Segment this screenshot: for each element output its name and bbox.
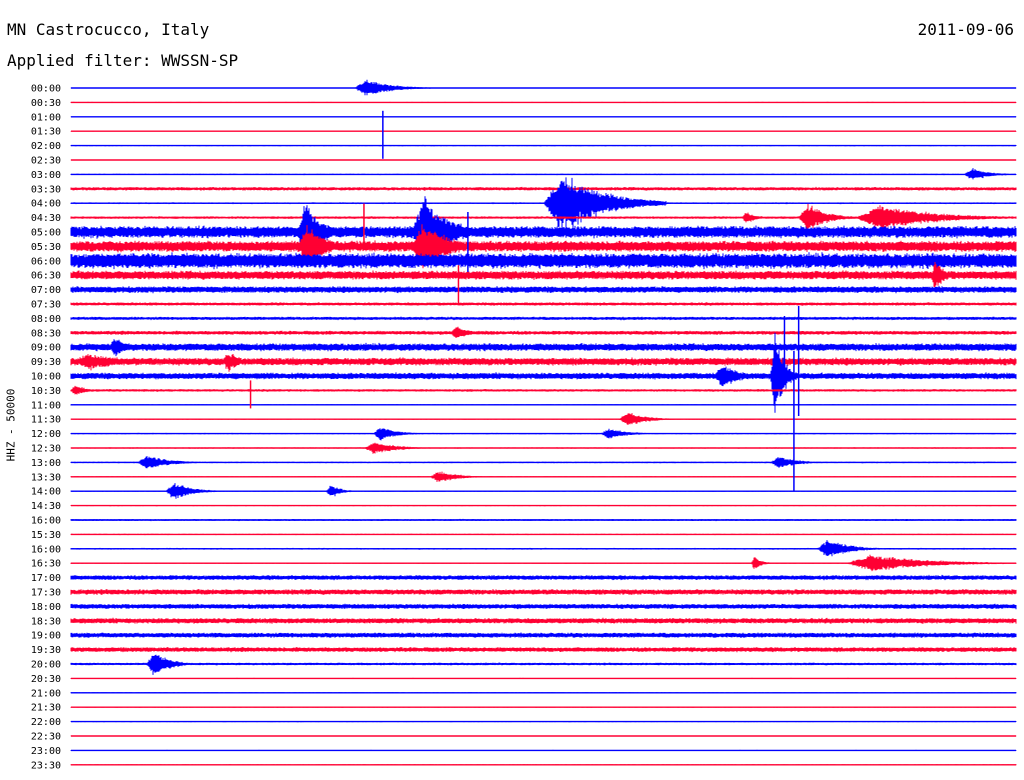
time-tick-label: 12:30 (31, 444, 61, 455)
time-tick-label: 10:30 (31, 386, 61, 397)
time-tick-label: 11:00 (31, 400, 61, 411)
time-tick-label: 08:00 (31, 314, 61, 325)
time-tick-label: 01:00 (31, 112, 61, 123)
time-tick-label: 05:00 (31, 228, 61, 239)
time-tick-label: 14:00 (31, 487, 61, 498)
time-tick-label: 23:30 (31, 760, 61, 771)
time-tick-label: 16:00 (31, 544, 61, 555)
time-tick-label: 19:30 (31, 645, 61, 656)
seismogram-plot: 00:00 00:30 01:00 01:30 02:00 02:30 03:00 03:30… (31, 79, 1017, 772)
time-tick-label: 18:00 (31, 602, 61, 613)
time-tick-label: 11:30 (31, 415, 61, 426)
time-tick-label: 07:00 (31, 285, 61, 296)
time-tick-label: 00:00 (31, 84, 61, 95)
time-tick-label: 03:00 (31, 170, 61, 181)
time-tick-label: 18:30 (31, 616, 61, 627)
time-tick-label: 14:30 (31, 501, 61, 512)
time-tick-label: 10:00 (31, 372, 61, 383)
time-tick-label: 12:00 (31, 429, 61, 440)
time-tick-label: 07:30 (31, 300, 61, 311)
time-tick-label: 00:30 (31, 98, 61, 109)
seismogram-trace (70, 354, 1017, 372)
time-tick-label: 22:30 (31, 732, 61, 743)
time-tick-label: 08:30 (31, 328, 61, 339)
time-tick-label: 21:00 (31, 688, 61, 699)
time-tick-label: 03:30 (31, 184, 61, 195)
time-tick-label: 15:30 (31, 530, 61, 541)
time-tick-label: 04:30 (31, 213, 61, 224)
time-tick-label: 22:00 (31, 717, 61, 728)
time-tick-label: 02:00 (31, 141, 61, 152)
time-tick-label: 21:30 (31, 703, 61, 714)
seismogram-traces (70, 79, 1017, 766)
seismogram-trace (70, 654, 1017, 675)
time-tick-label: 23:00 (31, 746, 61, 757)
time-tick-label: 05:30 (31, 242, 61, 253)
time-tick-label: 13:30 (31, 472, 61, 483)
time-tick-label: 09:00 (31, 343, 61, 354)
time-tick-label: 02:30 (31, 156, 61, 167)
time-tick-label: 13:00 (31, 458, 61, 469)
time-tick-labels: 00:00 00:30 01:00 01:30 02:00 02:30 03:00 03:30… (31, 84, 61, 772)
time-tick-label: 01:30 (31, 127, 61, 138)
time-tick-label: 16:00 (31, 516, 61, 527)
time-tick-label: 17:00 (31, 573, 61, 584)
time-tick-label: 19:00 (31, 631, 61, 642)
time-tick-label: 20:00 (31, 660, 61, 671)
time-tick-label: 09:30 (31, 357, 61, 368)
time-tick-label: 04:00 (31, 199, 61, 210)
time-tick-label: 06:00 (31, 256, 61, 267)
time-tick-label: 17:30 (31, 588, 61, 599)
time-tick-label: 06:30 (31, 271, 61, 282)
time-tick-label: 16:30 (31, 559, 61, 570)
time-tick-label: 20:30 (31, 674, 61, 685)
